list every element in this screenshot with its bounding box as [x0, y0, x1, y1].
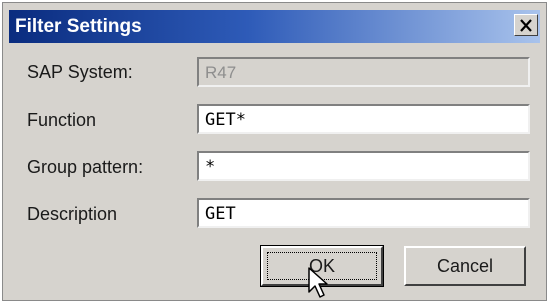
close-icon [520, 18, 532, 32]
title-bar[interactable]: Filter Settings [9, 10, 540, 43]
group-pattern-label: Group pattern: [27, 157, 144, 177]
description-input[interactable]: GET [197, 198, 530, 228]
cancel-button[interactable]: Cancel [404, 246, 526, 286]
sap-system-label: SAP System: [27, 62, 133, 82]
function-label: Function [27, 110, 97, 130]
function-input[interactable]: GET* [197, 104, 530, 134]
dialog-title: Filter Settings [15, 16, 142, 37]
group-pattern-input[interactable]: * [197, 151, 530, 181]
sap-system-field: R47 [197, 57, 530, 87]
close-button[interactable] [514, 14, 538, 36]
arrow-cursor-icon [308, 267, 328, 298]
description-label: Description [27, 204, 118, 224]
cancel-button-label: Cancel [436, 255, 494, 276]
